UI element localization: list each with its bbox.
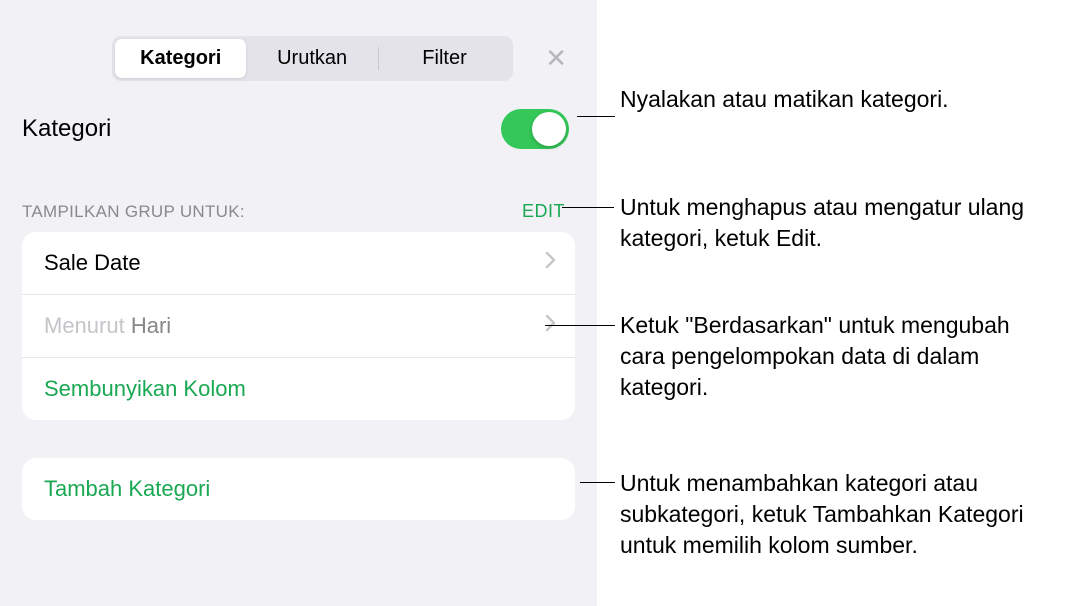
tab-kategori[interactable]: Kategori (115, 39, 246, 78)
annotation-toggle: Nyalakan atau matikan kategori. (620, 84, 949, 115)
panel-title: Kategori (22, 115, 111, 143)
annotations-area: Nyalakan atau matikan kategori. Untuk me… (620, 0, 1060, 606)
section-label: TAMPILKAN GRUP UNTUK: (22, 202, 245, 222)
tab-urutkan[interactable]: Urutkan (246, 39, 377, 78)
row-sale-date-label: Sale Date (44, 250, 141, 276)
toggle-knob (532, 112, 566, 146)
add-group: Tambah Kategori (22, 458, 575, 520)
callout-line (545, 325, 615, 326)
annotation-berdasarkan: Ketuk "Berdasarkan" untuk mengubah cara … (620, 310, 1040, 403)
annotation-tambah: Untuk menambahkan kategori atau subkateg… (620, 468, 1040, 561)
row-tambah-kategori[interactable]: Tambah Kategori (22, 458, 575, 520)
group-list: Sale Date Menurut Hari Sembunyikan Kolom (22, 232, 575, 420)
row-sale-date[interactable]: Sale Date (22, 232, 575, 295)
chevron-right-icon (545, 314, 557, 338)
segmented-control-row: Kategori Urutkan Filter ✕ (0, 0, 597, 81)
row-sembunyikan-kolom[interactable]: Sembunyikan Kolom (22, 358, 575, 420)
row-sembunyikan-label: Sembunyikan Kolom (44, 376, 246, 402)
segmented-control: Kategori Urutkan Filter (112, 36, 513, 81)
callout-line (562, 207, 614, 208)
callout-line (580, 482, 615, 483)
row-tambah-label: Tambah Kategori (44, 476, 210, 502)
row-menurut-hari[interactable]: Menurut Hari (22, 295, 575, 358)
edit-button[interactable]: EDIT (522, 201, 565, 222)
annotation-edit: Untuk menghapus atau mengatur ulang kate… (620, 192, 1050, 254)
callout-line (577, 116, 615, 117)
close-icon[interactable]: ✕ (545, 43, 567, 74)
settings-panel: Kategori Urutkan Filter ✕ Kategori TAMPI… (0, 0, 597, 606)
row-menurut-label: Menurut Hari (44, 313, 171, 339)
title-row: Kategori (0, 81, 597, 149)
chevron-right-icon (545, 251, 557, 275)
tab-filter[interactable]: Filter (379, 39, 510, 78)
section-header: TAMPILKAN GRUP UNTUK: EDIT (0, 149, 597, 232)
kategori-toggle[interactable] (501, 109, 569, 149)
